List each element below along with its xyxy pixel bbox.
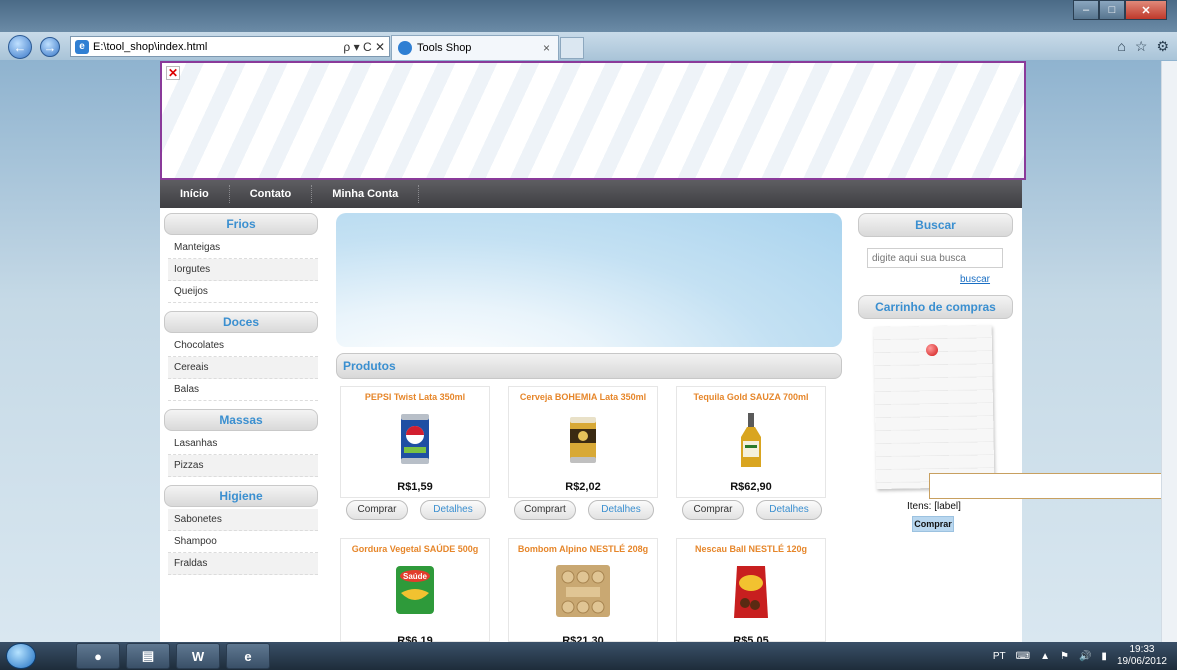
details-button[interactable]: Detalhes <box>588 500 654 520</box>
browser-tool-icons: ⌂ ☆ ⚙ <box>1117 38 1169 55</box>
category-header-frios[interactable]: Frios <box>164 213 318 235</box>
flag-icon[interactable]: ⚑ <box>1060 651 1069 662</box>
page-scrollbar[interactable] <box>1161 61 1177 642</box>
ie-tab-icon <box>398 41 412 55</box>
broken-image-icon: ✕ <box>166 66 180 80</box>
address-controls[interactable]: ρ ▾ C ✕ <box>343 40 389 54</box>
url-text[interactable]: E:\tool_shop\index.html <box>93 41 343 53</box>
taskbar-app-word[interactable]: W <box>176 643 220 669</box>
product-name[interactable]: Nescau Ball NESTLÉ 120g <box>677 544 825 554</box>
cart-buy-button[interactable]: Comprar <box>912 516 954 532</box>
tray-expand-icon[interactable]: ▲ <box>1040 651 1050 662</box>
address-bar[interactable]: e E:\tool_shop\index.html ρ ▾ C ✕ <box>70 36 390 57</box>
nav-item-contato[interactable]: Contato <box>230 185 313 203</box>
back-button[interactable]: ← <box>8 35 32 59</box>
tab-title: Tools Shop <box>417 42 472 54</box>
gear-icon[interactable]: ⚙ <box>1156 38 1169 55</box>
home-icon[interactable]: ⌂ <box>1117 38 1125 55</box>
taskbar: ● ▤ W e PT ⌨ ▲ ⚑ 🔊 ▮ 19:33 19/06/2012 <box>0 642 1177 670</box>
category-item[interactable]: Queijos <box>168 281 318 303</box>
product-price: R$2,02 <box>565 481 601 493</box>
header-banner: ✕ <box>160 61 1026 180</box>
details-button[interactable]: Detalhes <box>756 500 822 520</box>
pepsi-can-image[interactable] <box>398 411 432 470</box>
taskbar-app-messenger[interactable]: ● <box>76 643 120 669</box>
search-header: Buscar <box>858 213 1013 237</box>
product-name[interactable]: PEPSI Twist Lata 350ml <box>341 392 489 402</box>
close-window-button[interactable]: ✕ <box>1125 0 1167 20</box>
page-content: Frios Manteigas Iorgutes Queijos Doces C… <box>160 208 1022 647</box>
product-price: R$62,90 <box>730 481 772 493</box>
cart-header: Carrinho de compras <box>858 295 1013 319</box>
bohemia-can-image[interactable] <box>566 411 600 470</box>
clock[interactable]: 19:33 19/06/2012 <box>1117 644 1167 668</box>
minimize-button[interactable]: – <box>1073 0 1099 20</box>
search-input[interactable] <box>867 248 1003 268</box>
category-item[interactable]: Shampoo <box>168 531 318 553</box>
cart-notepad-image <box>873 324 995 490</box>
details-button[interactable]: Detalhes <box>420 500 486 520</box>
product-name[interactable]: Tequila Gold SAUZA 700ml <box>677 392 825 402</box>
product-card[interactable]: Cerveja BOHEMIA Lata 350ml R$2,02 <box>508 386 658 498</box>
nav-item-inicio[interactable]: Início <box>160 185 230 203</box>
system-tray: PT ⌨ ▲ ⚑ 🔊 ▮ 19:33 19/06/2012 <box>993 642 1167 670</box>
ie-page-icon: e <box>75 39 89 54</box>
category-item[interactable]: Lasanhas <box>168 433 318 455</box>
product-card[interactable]: PEPSI Twist Lata 350ml R$1,59 <box>340 386 490 498</box>
pushpin-icon <box>925 343 939 357</box>
svg-text:Saúde: Saúde <box>403 572 428 581</box>
products-header: Produtos <box>336 353 842 379</box>
category-item[interactable]: Balas <box>168 379 318 401</box>
star-icon[interactable]: ☆ <box>1135 38 1148 55</box>
nav-item-minha-conta[interactable]: Minha Conta <box>312 185 420 203</box>
category-header-doces[interactable]: Doces <box>164 311 318 333</box>
floating-tooltip-box <box>929 473 1177 499</box>
forward-button[interactable]: → <box>40 37 60 57</box>
buy-button[interactable]: Comprart <box>514 500 576 520</box>
clock-time: 19:33 <box>1129 644 1155 655</box>
window-titlebar: – □ ✕ <box>0 0 1177 32</box>
taskbar-app-explorer[interactable]: ▤ <box>126 643 170 669</box>
tequila-bottle-image[interactable] <box>736 411 766 472</box>
featured-slider <box>336 213 842 347</box>
product-name[interactable]: Gordura Vegetal SAÚDE 500g <box>341 544 489 554</box>
tab-tools-shop[interactable]: Tools Shop × <box>391 35 559 60</box>
category-item[interactable]: Manteigas <box>168 237 318 259</box>
keyboard-icon[interactable]: ⌨ <box>1016 651 1030 662</box>
category-item[interactable]: Chocolates <box>168 335 318 357</box>
nescau-pack-image[interactable] <box>731 563 771 624</box>
product-card[interactable]: Tequila Gold SAUZA 700ml R$62,90 <box>676 386 826 498</box>
product-card[interactable]: Bombom Alpino NESTLÉ 208g R$21,30 <box>508 538 658 647</box>
category-item[interactable]: Iorgutes <box>168 259 318 281</box>
product-name[interactable]: Cerveja BOHEMIA Lata 350ml <box>509 392 657 402</box>
category-item[interactable]: Cereais <box>168 357 318 379</box>
language-indicator[interactable]: PT <box>993 651 1006 662</box>
category-item[interactable]: Sabonetes <box>168 509 318 531</box>
window-controls: – □ ✕ <box>1073 0 1167 20</box>
network-icon[interactable]: ▮ <box>1101 651 1107 662</box>
new-tab-button[interactable] <box>560 37 584 59</box>
buy-button[interactable]: Comprar <box>346 500 408 520</box>
category-item[interactable]: Pizzas <box>168 455 318 477</box>
cart-items-label: Itens: [label] <box>907 501 961 512</box>
alpino-box-image[interactable] <box>554 563 612 622</box>
product-card[interactable]: Nescau Ball NESTLÉ 120g R$5,05 <box>676 538 826 647</box>
start-button[interactable] <box>6 643 36 669</box>
saude-package-image[interactable]: Saúde <box>393 563 437 620</box>
main-nav: Início Contato Minha Conta <box>160 180 1022 208</box>
category-header-massas[interactable]: Massas <box>164 409 318 431</box>
search-link[interactable]: buscar <box>960 274 990 285</box>
taskbar-app-internet-explorer[interactable]: e <box>226 643 270 669</box>
product-card[interactable]: Gordura Vegetal SAÚDE 500g Saúde R$6,19 <box>340 538 490 647</box>
product-name[interactable]: Bombom Alpino NESTLÉ 208g <box>509 544 657 554</box>
category-header-higiene[interactable]: Higiene <box>164 485 318 507</box>
tab-close-icon[interactable]: × <box>543 41 558 55</box>
product-price: R$1,59 <box>397 481 433 493</box>
clock-date: 19/06/2012 <box>1116 656 1167 667</box>
buy-button[interactable]: Comprar <box>682 500 744 520</box>
browser-toolbar: ← → e E:\tool_shop\index.html ρ ▾ C ✕ To… <box>0 32 1177 60</box>
maximize-button[interactable]: □ <box>1099 0 1125 20</box>
category-item[interactable]: Fraldas <box>168 553 318 575</box>
volume-icon[interactable]: 🔊 <box>1079 651 1091 662</box>
